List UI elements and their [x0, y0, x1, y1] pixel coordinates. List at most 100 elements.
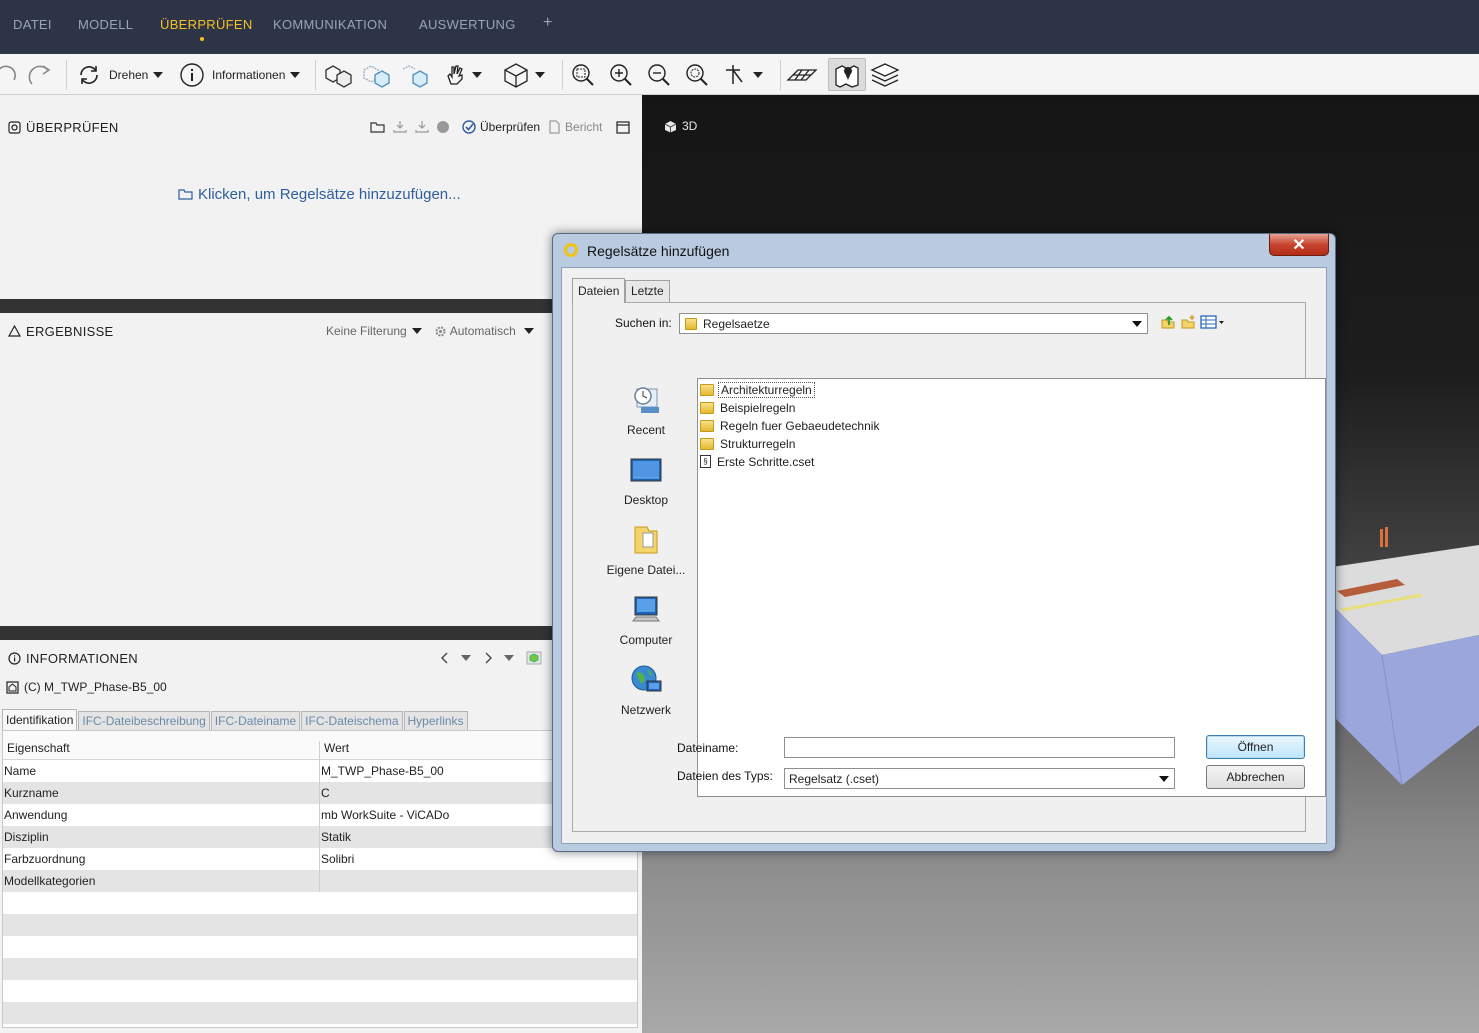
table-row[interactable]: Name M_TWP_Phase-B5_00	[3, 760, 637, 782]
column-header-property[interactable]: Eigenschaft	[3, 741, 320, 759]
filter-dropdown[interactable]: Keine Filterung	[326, 324, 422, 338]
folder-icon	[700, 401, 714, 414]
menu-ueberpruefen[interactable]: ÜBERPRÜFEN	[160, 17, 253, 32]
select-tool-dropdown[interactable]	[443, 61, 482, 89]
new-folder-icon[interactable]	[1180, 314, 1196, 330]
tab-ifc-dateiname[interactable]: IFC-Dateiname	[210, 711, 301, 730]
panel-splitter[interactable]	[0, 299, 642, 313]
cancel-button[interactable]: Abbrechen	[1206, 765, 1305, 789]
undo-button[interactable]	[0, 61, 18, 89]
open-folder-icon[interactable]	[370, 120, 386, 134]
tab-letzte[interactable]: Letzte	[625, 280, 670, 302]
cube-icon	[504, 63, 528, 88]
model-green-icon[interactable]	[526, 651, 542, 665]
add-rulesets-link[interactable]: Klicken, um Regelsätze hinzuzufügen...	[178, 186, 461, 203]
check-panel-header: ÜBERPRÜFEN	[0, 112, 119, 142]
row-value: Statik	[321, 830, 352, 844]
place-computer[interactable]: Computer	[591, 593, 701, 647]
list-item[interactable]: Regeln fuer Gebaeudetechnik	[700, 417, 881, 434]
isolate-button[interactable]	[399, 61, 431, 89]
tab-identifikation[interactable]: Identifikation	[2, 709, 78, 730]
zoom-extents-icon	[686, 64, 708, 86]
model-path: (C) M_TWP_Phase-B5_00	[6, 680, 167, 694]
tab-ifc-dateibeschreibung[interactable]: IFC-Dateibeschreibung	[78, 711, 210, 730]
place-network[interactable]: Netzwerk	[591, 663, 701, 717]
rotate-dropdown[interactable]: Drehen	[76, 61, 164, 89]
forward-caret-icon[interactable]	[504, 655, 514, 661]
place-desktop[interactable]: Desktop	[591, 453, 701, 507]
list-item[interactable]: Beispielregeln	[700, 399, 797, 416]
report-button[interactable]: Bericht	[548, 120, 602, 134]
view-menu-icon[interactable]	[1200, 314, 1226, 330]
filename-input[interactable]	[784, 737, 1175, 758]
isolate-box-icon	[402, 65, 428, 88]
list-item[interactable]: Strukturregeln	[700, 435, 797, 452]
dialog-frame: Suchen in: Regelsaetze Recent Desktop Ei…	[572, 302, 1326, 832]
download-icon[interactable]	[392, 120, 408, 134]
panel-splitter-2[interactable]	[0, 626, 642, 640]
report-icon	[549, 120, 560, 134]
check-button-label: Überprüfen	[480, 120, 541, 134]
check-gear-icon	[8, 120, 21, 134]
list-item[interactable]: § Erste Schritte.cset	[700, 453, 816, 470]
results-panel-header: ERGEBNISSE	[0, 316, 114, 346]
row-key: Farbzuordnung	[3, 848, 320, 870]
place-recent-label: Recent	[626, 423, 666, 437]
row-value: Solibri	[321, 852, 355, 866]
check-button[interactable]: Überprüfen	[462, 120, 540, 134]
back-icon[interactable]	[440, 652, 450, 664]
forward-icon[interactable]	[483, 652, 493, 664]
place-documents-label: Eigene Datei...	[606, 563, 686, 577]
tab-dateien[interactable]: Dateien	[572, 278, 626, 303]
zoom-all-button[interactable]	[684, 61, 710, 89]
measure-dropdown[interactable]	[722, 61, 763, 89]
filter-label: Keine Filterung	[326, 324, 407, 338]
view-cube-dropdown[interactable]	[502, 61, 545, 89]
table-row[interactable]: Modellkategorien	[3, 870, 637, 892]
place-documents[interactable]: Eigene Datei...	[591, 523, 701, 577]
computer-icon	[632, 596, 660, 622]
menu-kommunikation[interactable]: KOMMUNIKATION	[273, 17, 387, 32]
recent-icon	[634, 387, 659, 413]
measure-caret-icon	[753, 72, 763, 78]
redo-button[interactable]	[28, 61, 56, 89]
location-map-button[interactable]	[828, 58, 866, 91]
list-item[interactable]: Architekturregeln	[700, 381, 815, 398]
menu-modell[interactable]: MODELL	[78, 17, 133, 32]
close-button[interactable]: ✕	[1269, 234, 1329, 256]
zoom-in-button[interactable]	[608, 61, 634, 89]
save-icon[interactable]	[414, 120, 430, 134]
up-folder-icon[interactable]	[1160, 314, 1176, 330]
back-caret-icon[interactable]	[461, 655, 471, 661]
table-row[interactable]: Kurzname C	[3, 782, 637, 804]
building-model	[1332, 527, 1479, 786]
zoom-selection-button[interactable]	[570, 61, 596, 89]
row-key: Name	[3, 760, 320, 782]
column-header-value[interactable]: Wert	[320, 741, 349, 759]
info-panel-header: INFORMATIONEN	[0, 643, 138, 673]
filetype-combo[interactable]: Regelsatz (.cset)	[784, 768, 1175, 789]
select-caret-icon	[472, 72, 482, 78]
look-in-combo[interactable]: Regelsaetze	[679, 313, 1148, 334]
tab-ifc-dateischema[interactable]: IFC-Dateischema	[301, 711, 403, 730]
show-model-button[interactable]	[323, 61, 355, 89]
stop-icon[interactable]	[436, 120, 450, 134]
open-button[interactable]: Öffnen	[1206, 735, 1305, 759]
table-row[interactable]: Disziplin Statik	[3, 826, 637, 848]
table-row[interactable]: Farbzuordnung Solibri	[3, 848, 637, 870]
maximize-icon[interactable]	[616, 120, 631, 134]
row-value: mb WorkSuite - ViCADo	[321, 808, 450, 822]
info-dropdown[interactable]: Informationen	[179, 61, 301, 89]
section-plane-button[interactable]	[786, 61, 818, 89]
transparent-model-button[interactable]	[361, 61, 393, 89]
menu-datei[interactable]: DATEI	[13, 17, 52, 32]
add-tab-button[interactable]: +	[543, 14, 553, 32]
transparent-boxes-icon	[363, 65, 390, 88]
auto-dropdown[interactable]: Automatisch	[434, 324, 534, 338]
menu-auswertung[interactable]: AUSWERTUNG	[419, 17, 516, 32]
layers-button[interactable]	[870, 61, 900, 89]
tab-hyperlinks[interactable]: Hyperlinks	[403, 711, 468, 730]
place-recent[interactable]: Recent	[591, 383, 701, 437]
table-row[interactable]: Anwendung mb WorkSuite - ViCADo	[3, 804, 637, 826]
zoom-out-button[interactable]	[646, 61, 672, 89]
